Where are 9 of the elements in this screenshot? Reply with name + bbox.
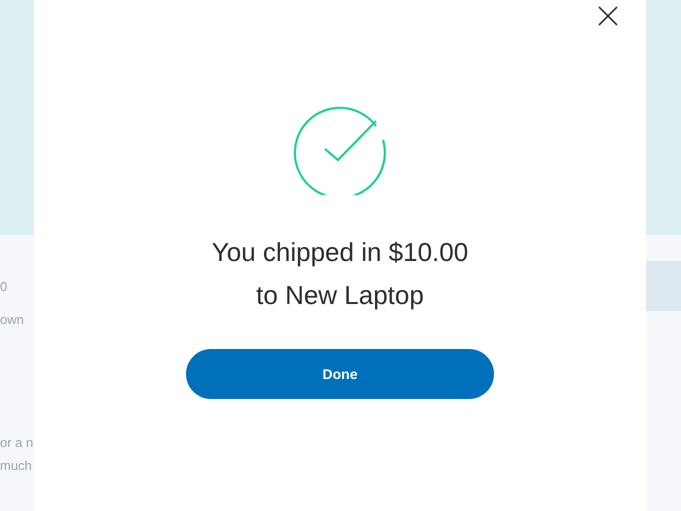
background-text: much xyxy=(0,457,33,475)
confirmation-message: to New Laptop xyxy=(255,279,425,312)
side-panel xyxy=(646,261,681,311)
background-text: or a n xyxy=(0,434,34,452)
close-icon[interactable] xyxy=(598,6,618,26)
confirmation-message: You chipped in $10.00 xyxy=(212,236,468,269)
background-text: 0 xyxy=(0,278,8,296)
done-button[interactable]: Done xyxy=(186,349,494,399)
background-text: own xyxy=(0,311,25,329)
